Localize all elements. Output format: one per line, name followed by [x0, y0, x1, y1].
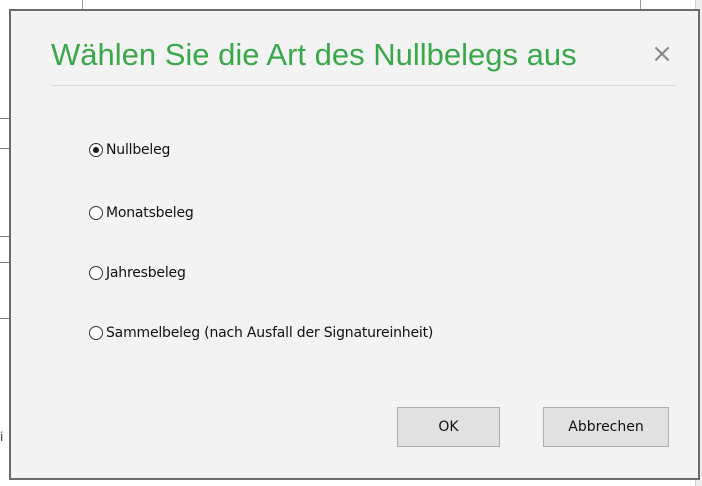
option-label: Monatsbeleg: [106, 205, 194, 221]
option-label: Sammelbeleg (nach Ausfall der Signaturei…: [106, 325, 434, 341]
ok-button[interactable]: OK: [397, 407, 500, 447]
radio-sammelbeleg[interactable]: [89, 326, 103, 340]
background-row-line: [0, 236, 9, 237]
radio-nullbeleg[interactable]: [89, 143, 103, 157]
option-nullbeleg[interactable]: Nullbeleg: [89, 139, 170, 161]
background-row-line: [0, 318, 9, 319]
dialog-title: Wählen Sie die Art des Nullbelegs aus: [51, 37, 577, 72]
background-fragment-text: i: [0, 430, 4, 444]
background-row-line: [0, 262, 9, 263]
background-row-line: [0, 148, 9, 149]
option-sammelbeleg[interactable]: Sammelbeleg (nach Ausfall der Signaturei…: [89, 322, 433, 344]
cancel-button[interactable]: Abbrechen: [543, 407, 669, 447]
dialog-header: Wählen Sie die Art des Nullbelegs aus ×: [51, 33, 676, 86]
radio-jahresbeleg[interactable]: [89, 266, 103, 280]
option-label: Nullbeleg: [106, 142, 171, 158]
close-icon[interactable]: ×: [648, 37, 676, 71]
option-label: Jahresbeleg: [106, 265, 186, 281]
background-row-line: [0, 118, 9, 119]
option-jahresbeleg[interactable]: Jahresbeleg: [89, 262, 186, 284]
option-monatsbeleg[interactable]: Monatsbeleg: [89, 202, 194, 224]
screen: i Wählen Sie die Art des Nullbelegs aus …: [0, 0, 702, 486]
radio-monatsbeleg[interactable]: [89, 206, 103, 220]
null-receipt-type-dialog: Wählen Sie die Art des Nullbelegs aus × …: [9, 9, 700, 480]
